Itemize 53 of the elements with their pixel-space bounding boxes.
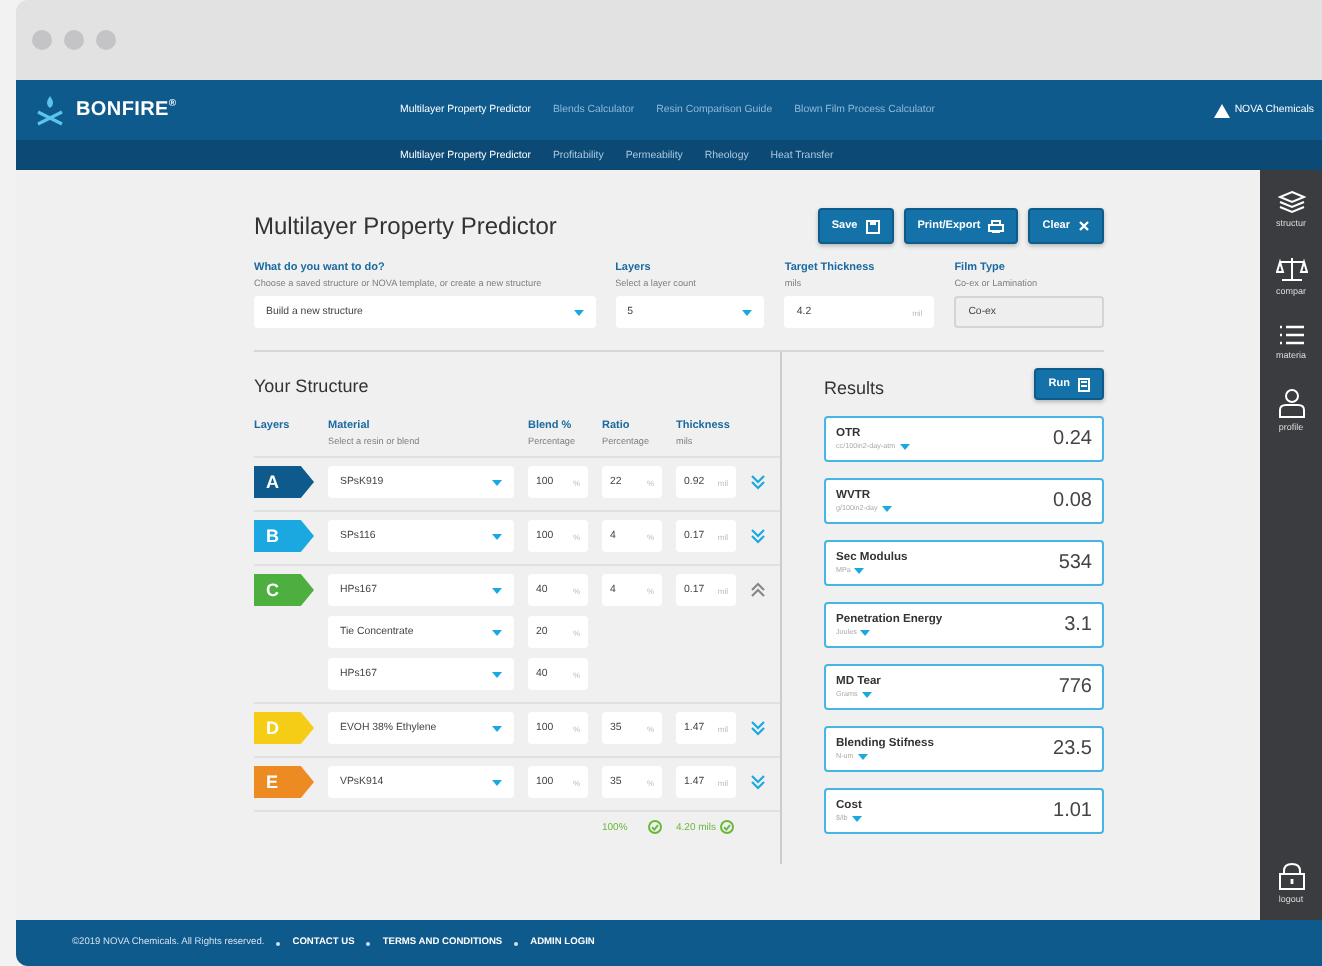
- layer-tag: C: [254, 574, 314, 606]
- collapse-chevron-icon[interactable]: [750, 582, 766, 598]
- app-logo: BONFIRE$^{®}$: [76, 98, 177, 122]
- check-circle-icon: [720, 820, 735, 834]
- result-value: 534: [1058, 552, 1092, 574]
- check-circle-icon: [647, 820, 662, 834]
- caret-icon: [742, 309, 753, 315]
- result-value: 3.1: [1064, 614, 1092, 636]
- caret-icon: [492, 779, 502, 785]
- page-title: Multilayer Property Predictor: [254, 212, 557, 240]
- caret-icon: [861, 691, 872, 697]
- result-value: 0.24: [1053, 428, 1092, 450]
- minimize-window-icon[interactable]: [64, 30, 84, 50]
- caret-icon: [573, 309, 584, 315]
- triangle-logo-icon: [1214, 103, 1231, 117]
- result-value: 776: [1058, 676, 1092, 698]
- expand-chevron-icon[interactable]: [750, 474, 766, 490]
- section-title: Your Structure: [254, 376, 371, 396]
- close-icon: [1078, 220, 1090, 232]
- scale-icon[interactable]: [1275, 256, 1307, 282]
- result-value: 23.5: [1053, 738, 1092, 760]
- lock-icon[interactable]: [1277, 862, 1305, 890]
- caret-icon: [492, 671, 502, 677]
- caret-icon: [492, 587, 502, 593]
- zoom-window-icon[interactable]: [96, 30, 116, 50]
- caret-icon: [492, 479, 502, 485]
- layers-icon[interactable]: [1277, 190, 1305, 214]
- layer-tag: D: [254, 712, 314, 744]
- expand-chevron-icon[interactable]: [750, 528, 766, 544]
- caret-icon: [492, 725, 502, 731]
- calculator-icon: [1078, 377, 1090, 391]
- section-title: Results: [824, 378, 885, 398]
- close-window-icon[interactable]: [32, 30, 52, 50]
- layer-tag: A: [254, 466, 314, 498]
- result-value: 1.01: [1053, 800, 1092, 822]
- result-value: 0.08: [1053, 490, 1092, 512]
- person-icon[interactable]: [1277, 388, 1305, 418]
- printer-icon: [988, 219, 1005, 233]
- bonfire-logo-icon: [36, 94, 64, 126]
- caret-icon: [857, 753, 868, 759]
- save-icon: [865, 219, 880, 233]
- caret-icon: [851, 815, 862, 821]
- caret-icon: [899, 443, 910, 449]
- caret-icon: [881, 505, 892, 511]
- caret-icon: [860, 629, 871, 635]
- expand-chevron-icon[interactable]: [750, 774, 766, 790]
- caret-icon: [492, 629, 502, 635]
- expand-chevron-icon[interactable]: [750, 720, 766, 736]
- caret-icon: [492, 533, 502, 539]
- list-icon[interactable]: [1277, 324, 1305, 346]
- layer-tag: B: [254, 520, 314, 552]
- caret-icon: [854, 567, 865, 573]
- layer-tag: E: [254, 766, 314, 798]
